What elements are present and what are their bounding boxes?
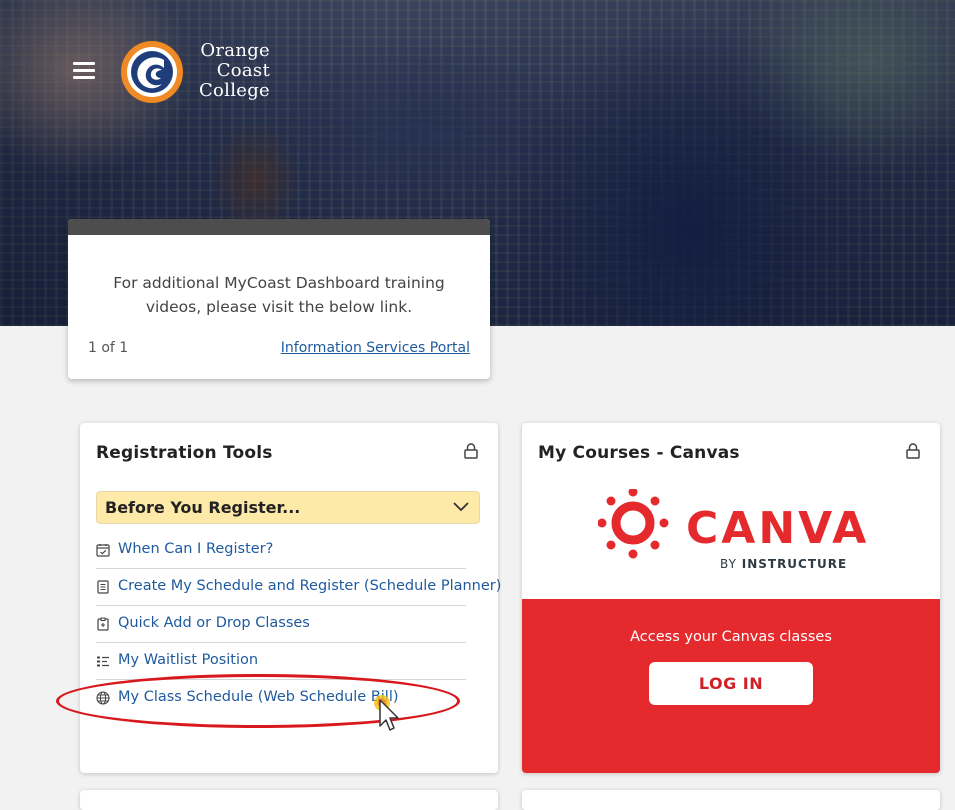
instructure-text: INSTRUCTURE: [742, 557, 848, 571]
clipboard-icon: [97, 617, 109, 631]
quick-add-drop-classes-link[interactable]: Quick Add or Drop Classes: [96, 606, 466, 643]
my-courses-canvas-card: My Courses - Canvas CANVAS BY INSTRUCTUR…: [522, 423, 940, 773]
chevron-down-icon: [453, 502, 469, 512]
svg-text:BY INSTRUCTURE: BY INSTRUCTURE: [720, 557, 847, 571]
registration-links-list: When Can I Register? Create My Schedule …: [96, 532, 501, 717]
logo-line-3: College: [198, 80, 270, 101]
logo-line-2: Coast: [216, 60, 270, 81]
globe-icon: [96, 691, 110, 705]
before-you-register-accordion[interactable]: Before You Register...: [96, 491, 480, 524]
announcement-card: For additional MyCoast Dashboard trainin…: [68, 219, 490, 379]
link-label: My Class Schedule (Web Schedule Bill): [118, 689, 399, 705]
lock-icon[interactable]: [464, 443, 478, 459]
canvas-access-text: Access your Canvas classes: [630, 629, 832, 645]
canvas-brand-text: CANVAS: [686, 503, 868, 554]
link-label: My Waitlist Position: [118, 652, 259, 668]
menu-icon[interactable]: [73, 62, 95, 80]
information-services-portal-link[interactable]: Information Services Portal: [281, 340, 470, 356]
lock-icon[interactable]: [906, 443, 920, 459]
canvas-card-title: My Courses - Canvas: [538, 443, 740, 463]
announcement-pager: 1 of 1: [88, 340, 129, 356]
occ-logo-icon[interactable]: [120, 40, 184, 104]
accordion-label: Before You Register...: [105, 498, 301, 517]
create-my-schedule-link[interactable]: Create My Schedule and Register (Schedul…: [96, 569, 501, 606]
list-icon: [97, 656, 109, 667]
next-card-right: [522, 790, 940, 810]
college-name: Orange Coast College: [186, 41, 270, 101]
canvas-login-button[interactable]: LOG IN: [649, 662, 813, 705]
my-class-schedule-link[interactable]: My Class Schedule (Web Schedule Bill): [96, 680, 466, 717]
registration-tools-title: Registration Tools: [96, 443, 273, 463]
registration-tools-card: Registration Tools Before You Register..…: [80, 423, 501, 773]
link-label: Create My Schedule and Register (Schedul…: [118, 578, 502, 594]
when-can-i-register-link[interactable]: When Can I Register?: [96, 532, 466, 569]
link-label: Quick Add or Drop Classes: [118, 615, 310, 631]
logo-line-1: Orange: [200, 40, 270, 61]
canvas-login-panel: Access your Canvas classes LOG IN: [522, 599, 940, 773]
calendar-check-icon: [96, 544, 110, 557]
announcement-header-bar: [68, 219, 490, 235]
canvas-logo-icon: CANVAS BY INSTRUCTURE: [598, 489, 868, 571]
document-list-icon: [97, 580, 109, 594]
announcement-message: For additional MyCoast Dashboard trainin…: [113, 274, 445, 316]
my-waitlist-position-link[interactable]: My Waitlist Position: [96, 643, 466, 680]
link-label: When Can I Register?: [118, 541, 274, 557]
next-card-left: [80, 790, 498, 810]
canvas-by-text: BY: [720, 557, 737, 571]
